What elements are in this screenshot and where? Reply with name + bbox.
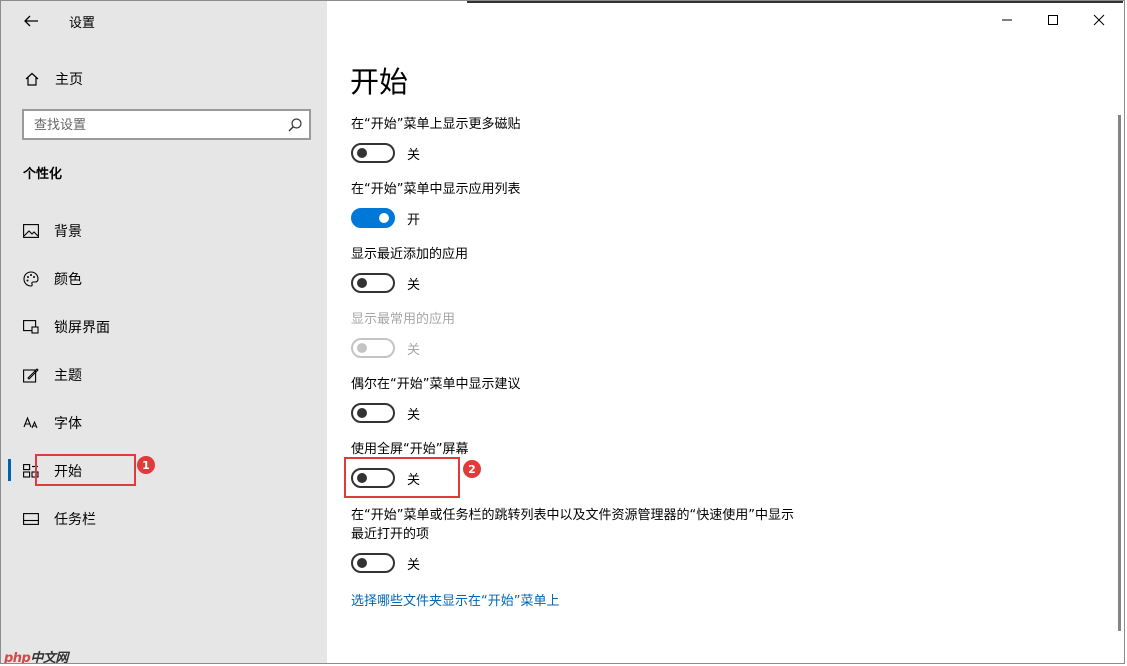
more-tiles-toggle[interactable] [351, 143, 395, 163]
setting-more-tiles: 在“开始”菜单上显示更多磁贴 关 [351, 115, 811, 163]
setting-most-used: 显示最常用的应用 关 [351, 310, 811, 358]
toggle-knob [357, 148, 367, 158]
top-border-line [467, 1, 1123, 3]
minimize-icon [1002, 19, 1012, 21]
close-icon [1093, 14, 1105, 26]
search-box[interactable] [22, 109, 311, 140]
suggestions-toggle[interactable] [351, 403, 395, 423]
toggle-knob [357, 408, 367, 418]
setting-recently-added: 显示最近添加的应用 关 [351, 245, 811, 293]
setting-label: 在“开始”菜单或任务栏的跳转列表中以及文件资源管理器的“快速使用”中显示最近打开… [351, 508, 794, 542]
annotation-badge: 2 [463, 460, 481, 478]
choose-folders-link[interactable]: 选择哪些文件夹显示在“开始”菜单上 [351, 590, 559, 609]
toggle-state-label: 开 [407, 212, 421, 228]
scrollbar[interactable] [1118, 115, 1121, 631]
annotation-box-full-screen-toggle [344, 457, 460, 498]
search-input[interactable] [34, 116, 274, 134]
search-icon [288, 118, 302, 132]
watermark-cn-text: 中文网 [30, 651, 68, 664]
recently-added-toggle[interactable] [351, 273, 395, 293]
settings-window: 设置 主页 个性化 背景 [0, 0, 1125, 664]
annotation-box-start-nav [35, 454, 136, 486]
annotation-badge: 1 [137, 456, 155, 474]
toggle-row: 关 [351, 403, 811, 423]
selection-indicator [8, 459, 11, 481]
setting-recently-opened: 在“开始”菜单或任务栏的跳转列表中以及文件资源管理器的“快速使用”中显示最近打开… [351, 506, 801, 573]
taskbar-icon [21, 509, 41, 529]
setting-label: 偶尔在“开始”菜单中显示建议 [351, 377, 521, 392]
recently-opened-toggle[interactable] [351, 553, 395, 573]
watermark-logo: php中文网 [4, 647, 68, 664]
picture-icon [21, 221, 41, 241]
setting-app-list: 在“开始”菜单中显示应用列表 开 [351, 180, 811, 228]
toggle-row: 关 [351, 338, 811, 358]
toggle-row: 关 [351, 553, 801, 573]
watermark-logo-text: php [4, 651, 31, 664]
maximize-icon [1048, 15, 1058, 25]
setting-label: 在“开始”菜单中显示应用列表 [351, 182, 521, 197]
toggle-knob [357, 278, 367, 288]
toggle-row: 开 [351, 208, 811, 228]
sidebar-item-colors[interactable]: 颜色 [1, 260, 327, 296]
toggle-row: 关 [351, 143, 811, 163]
minimize-button[interactable] [984, 5, 1030, 35]
arrow-left-icon [24, 15, 38, 27]
window-title: 设置 [69, 16, 96, 31]
toggle-state-label: 关 [407, 147, 421, 163]
sidebar-item-taskbar[interactable]: 任务栏 [1, 500, 327, 536]
sidebar-item-label: 锁屏界面 [54, 320, 110, 336]
page-title: 开始 [350, 65, 409, 99]
theme-icon [21, 365, 41, 385]
palette-icon [21, 269, 41, 289]
setting-label: 显示最近添加的应用 [351, 247, 469, 262]
sidebar-item-lock-screen[interactable]: 锁屏界面 [1, 308, 327, 344]
sidebar-item-home[interactable]: 主页 [21, 65, 311, 93]
sidebar-item-label: 背景 [54, 224, 82, 240]
sidebar-item-label: 字体 [54, 416, 82, 432]
maximize-button[interactable] [1030, 5, 1076, 35]
toggle-knob [357, 558, 367, 568]
sidebar-item-label: 主题 [54, 368, 82, 384]
back-button[interactable] [15, 7, 47, 35]
setting-suggestions: 偶尔在“开始”菜单中显示建议 关 [351, 375, 811, 423]
lock-screen-icon [21, 317, 41, 337]
home-label: 主页 [55, 72, 83, 88]
section-title: 个性化 [23, 167, 63, 182]
sidebar-item-label: 颜色 [54, 272, 82, 288]
toggle-state-label: 关 [407, 277, 421, 293]
setting-label: 在“开始”菜单上显示更多磁贴 [351, 117, 521, 132]
font-icon [21, 413, 41, 433]
toggle-state-label: 关 [407, 342, 421, 358]
sidebar: 设置 主页 个性化 背景 [1, 1, 327, 663]
most-used-toggle [351, 338, 395, 358]
home-icon [21, 68, 43, 90]
toggle-knob [379, 213, 389, 223]
sidebar-item-themes[interactable]: 主题 [1, 356, 327, 392]
sidebar-item-label: 任务栏 [54, 512, 96, 528]
setting-label: 显示最常用的应用 [351, 312, 456, 327]
sidebar-item-fonts[interactable]: 字体 [1, 404, 327, 440]
toggle-knob [357, 343, 367, 353]
app-list-toggle[interactable] [351, 208, 395, 228]
toggle-row: 关 [351, 273, 811, 293]
toggle-state-label: 关 [407, 407, 421, 423]
toggle-state-label: 关 [407, 557, 421, 573]
sidebar-item-background[interactable]: 背景 [1, 212, 327, 248]
close-button[interactable] [1076, 5, 1122, 35]
